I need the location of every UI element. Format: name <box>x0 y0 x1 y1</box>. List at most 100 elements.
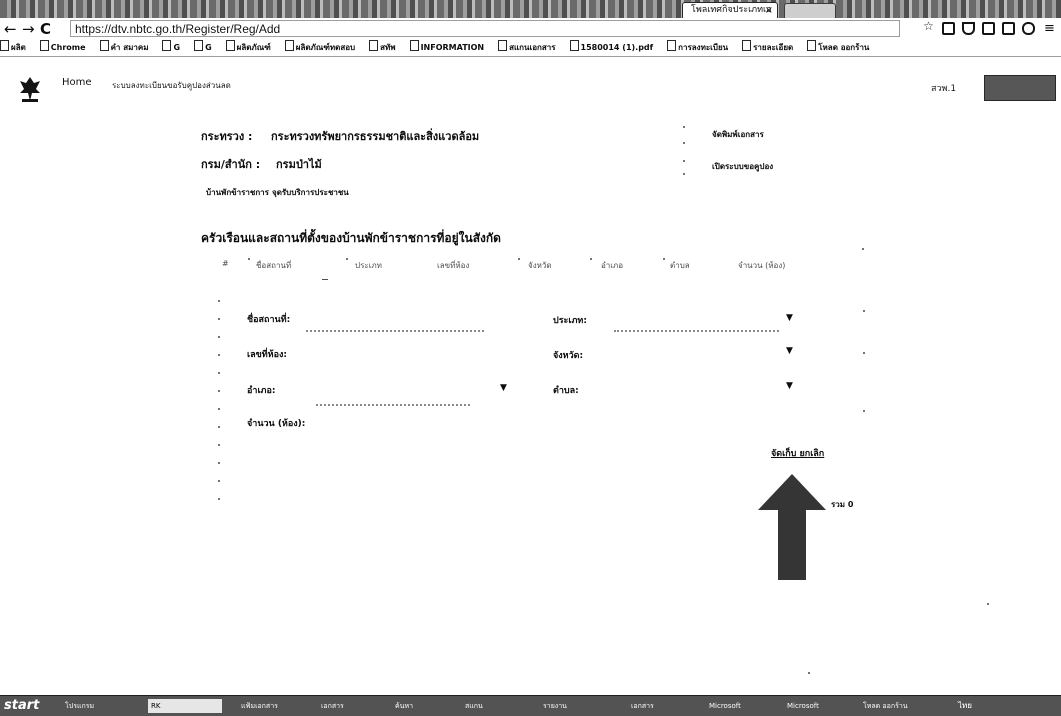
nbtc-garuda-logo <box>20 77 40 102</box>
user-name[interactable]: สวพ.1 <box>931 81 956 95</box>
district-dropdown-caret-icon[interactable]: ▼ <box>500 383 507 393</box>
bookmark-item[interactable]: Chrome <box>39 40 86 56</box>
tab-officer-housing[interactable]: บ้านพักข้าราชการ <box>206 186 269 199</box>
separator-dot <box>218 336 220 338</box>
bookmark-item[interactable]: G <box>162 40 180 56</box>
bookmark-label: G <box>173 43 181 52</box>
start-button[interactable]: start <box>4 698 39 713</box>
separator-dot <box>863 410 865 412</box>
bookmark-label: สแกนเอกสาร <box>509 43 556 52</box>
address-bar[interactable]: https://dtv.nbtc.go.th/Register/Reg/Add <box>70 20 900 37</box>
page-icon <box>39 40 49 51</box>
taskbar-window-button[interactable]: แฟ้มเอกสาร <box>238 699 312 713</box>
page-icon <box>369 40 379 51</box>
separator-dot <box>218 408 220 410</box>
total-count: รวม 0 <box>831 500 854 509</box>
bookmark-item[interactable]: การลงทะเบียน <box>667 40 728 56</box>
bookmark-label: ผลิต <box>11 43 26 52</box>
col-header-subdistrict: ตำบล <box>670 261 690 270</box>
separator-dot <box>683 173 685 175</box>
col-header-index: # <box>222 259 229 268</box>
department-value: กรมป่าไม้ <box>276 158 322 171</box>
language-indicator[interactable]: ไทย <box>958 701 972 710</box>
type-dropdown-caret-icon[interactable]: ▼ <box>786 313 793 323</box>
bookmark-item[interactable]: INFORMATION <box>409 40 484 56</box>
bookmark-item[interactable]: ผลิตภัณฑ์ทดสอบ <box>284 40 356 56</box>
taskbar-window-button[interactable]: รายงาน <box>540 699 614 713</box>
extension-icon[interactable] <box>942 22 955 35</box>
separator-dot <box>863 352 865 354</box>
back-icon[interactable]: ← <box>4 20 17 38</box>
page-icon <box>409 40 419 51</box>
bookmark-label: ผลิตภัณฑ์ทดสอบ <box>295 43 356 52</box>
separator-dot <box>683 126 685 128</box>
bookmarks-bar: ผลิต Chrome คำ สมาคม G G ผลิตภัณฑ์ ผลิตภัณฑ์ทด… <box>0 40 1061 57</box>
separator-dot <box>218 444 220 446</box>
user-icon[interactable] <box>1022 22 1035 35</box>
bookmark-item[interactable]: สแกนเอกสาร <box>498 40 556 56</box>
forward-icon[interactable]: → <box>22 20 35 38</box>
taskbar-window-button[interactable]: โปรแกรม <box>62 699 136 713</box>
bookmark-item[interactable]: คำ สมาคม <box>99 40 148 56</box>
taskbar-window-button[interactable]: ค้นหา <box>392 699 466 713</box>
bookmark-item[interactable]: โหลด ออกร้าน <box>807 40 869 56</box>
separator-dot <box>218 498 220 500</box>
bookmark-star-icon[interactable]: ☆ <box>922 20 935 35</box>
bookmark-item[interactable]: รายละเอียด <box>742 40 793 56</box>
bookmark-item[interactable]: ผลิตภัณฑ์ <box>225 40 271 56</box>
logout-button[interactable] <box>984 75 1056 101</box>
district-select[interactable] <box>316 404 470 406</box>
url-text: https://dtv.nbtc.go.th/Register/Reg/Add <box>75 22 281 36</box>
type-select[interactable] <box>614 330 779 332</box>
print-documents-link[interactable]: จัดพิมพ์เอกสาร <box>712 128 764 141</box>
separator-dot <box>248 258 250 260</box>
page-icon <box>0 40 9 51</box>
col-header-type: ประเภท <box>355 261 382 270</box>
annotation-arrow-icon <box>758 474 826 580</box>
browser-tab-inactive[interactable] <box>784 3 836 19</box>
ministry-value: กระทรวงทรัพยากรธรรมชาติและสิ่งแวดล้อม <box>271 130 480 143</box>
home-icon[interactable] <box>982 22 995 35</box>
col-header-province: จังหวัด <box>528 261 552 270</box>
save-icon[interactable] <box>1002 22 1015 35</box>
sort-indicator <box>322 279 328 280</box>
browser-tab-active[interactable]: โพลเทศกิจประเภทเอ × <box>682 2 778 18</box>
bookmark-item[interactable]: สทัพ <box>369 40 396 56</box>
district-label: อำเภอ: <box>247 386 276 396</box>
separator-dot <box>218 372 220 374</box>
bookmark-label: รายละเอียด <box>753 43 794 52</box>
taskbar-window-button[interactable]: เอกสาร <box>628 699 702 713</box>
place-name-field[interactable] <box>306 330 484 332</box>
bookmark-item[interactable]: 1580014 (1).pdf <box>569 40 653 56</box>
pdf-icon[interactable] <box>962 22 975 35</box>
browser-tab-strip: โพลเทศกิจประเภทเอ × <box>0 0 1061 19</box>
taskbar-window-button[interactable]: Microsoft <box>706 699 780 713</box>
page-icon <box>99 40 109 51</box>
taskbar-window-button[interactable]: RK <box>148 699 222 713</box>
save-cancel-link[interactable]: จัดเก็บ ยกเลิก <box>771 446 824 460</box>
tab-service-point[interactable]: จุดรับบริการประชาชน <box>272 186 349 199</box>
site-title: ระบบลงทะเบียนขอรับคูปองส่วนลด <box>112 81 231 90</box>
taskbar-window-button[interactable]: Microsoft <box>784 699 858 713</box>
province-label: จังหวัด: <box>553 351 584 361</box>
type-label: ประเภท: <box>553 316 587 326</box>
province-dropdown-caret-icon[interactable]: ▼ <box>786 346 793 356</box>
taskbar-window-button[interactable]: สแกน <box>462 699 536 713</box>
menu-icon[interactable]: ≡ <box>1044 20 1055 38</box>
separator-dot <box>218 462 220 464</box>
reload-icon[interactable]: C <box>40 20 51 38</box>
subdistrict-dropdown-caret-icon[interactable]: ▼ <box>786 381 793 391</box>
tab-close-icon[interactable]: × <box>765 3 773 18</box>
taskbar-window-button[interactable]: โหลด ออกร้าน <box>860 699 934 713</box>
separator-dot <box>346 258 348 260</box>
bookmark-item[interactable]: G <box>194 40 212 56</box>
separator-dot <box>218 354 220 356</box>
bookmark-label: ผลิตภัณฑ์ <box>236 43 271 52</box>
open-coupon-link[interactable]: เปิดระบบขอคูปอง <box>712 160 773 173</box>
page-icon <box>162 40 172 51</box>
separator-dot <box>987 603 989 605</box>
taskbar-window-button[interactable]: เอกสาร <box>318 699 392 713</box>
browser-toolbar: ← → C https://dtv.nbtc.go.th/Register/Re… <box>0 18 1061 41</box>
bookmark-item[interactable]: ผลิต <box>0 40 26 56</box>
home-link[interactable]: Home <box>62 77 92 88</box>
